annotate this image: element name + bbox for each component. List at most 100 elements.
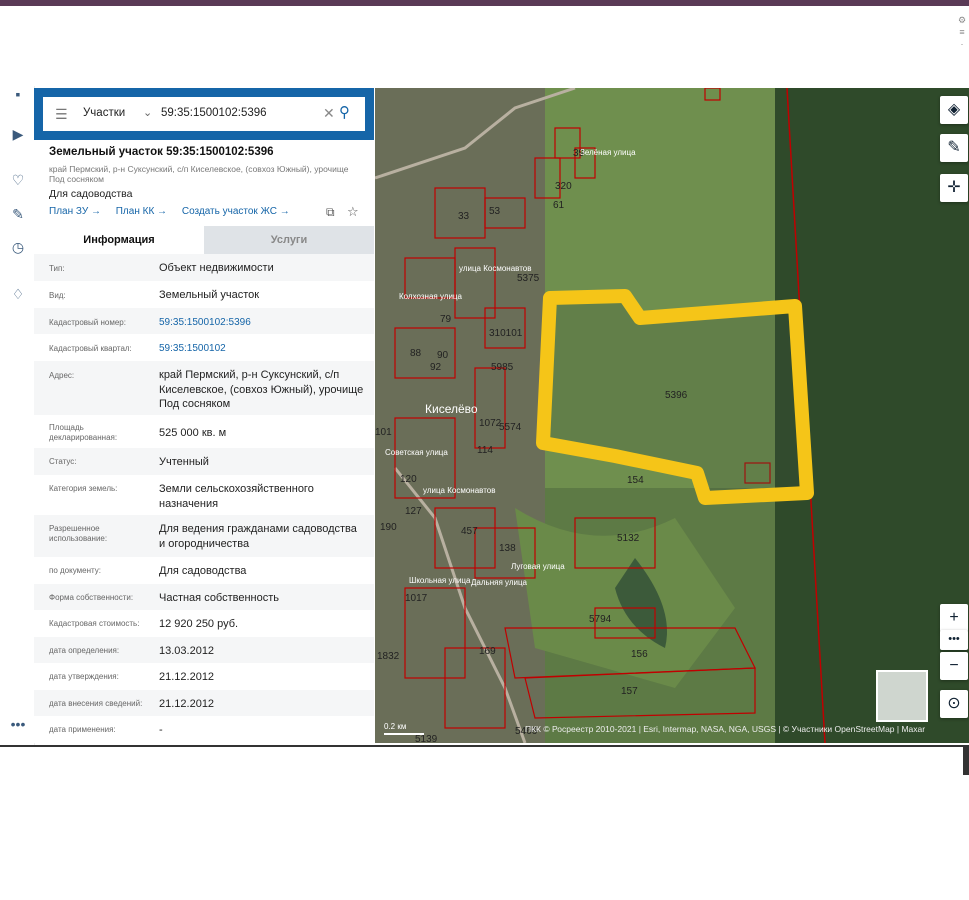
map-label: 154	[627, 475, 644, 486]
table-row: дата определения: 13.03.2012	[34, 637, 374, 663]
zoom-in-button[interactable]: +	[940, 604, 968, 632]
map-label: 310101	[489, 328, 523, 339]
row-value: 525 000 кв. м	[159, 427, 227, 439]
table-row: дата утверждения: 21.12.2012	[34, 663, 374, 690]
street-label: Советская улица	[385, 448, 448, 457]
tab-services[interactable]: Услуги	[204, 226, 374, 254]
table-row: Разрешенное использование: Для ведения г…	[34, 515, 374, 557]
street-label: Колхозная улица	[399, 292, 462, 301]
map-label: 169	[479, 646, 496, 657]
map-label: 156	[631, 649, 648, 660]
map-label: 457	[461, 526, 478, 537]
row-value: 21.12.2012	[159, 698, 215, 710]
logo-icon[interactable]: ▪	[10, 86, 26, 102]
scale-bar	[384, 733, 424, 735]
map-label: 79	[440, 314, 452, 325]
tab-information[interactable]: Информация	[34, 226, 204, 256]
map-label: 120	[400, 474, 417, 485]
row-value: Частная собственность	[159, 592, 280, 604]
history-icon[interactable]: ◷	[10, 239, 26, 255]
settings-icon[interactable]: ⚙	[955, 14, 969, 26]
row-label: Адрес:	[49, 371, 75, 380]
map-label: 53	[489, 206, 501, 217]
parcel-number-label: 5396	[665, 390, 688, 401]
search-box[interactable]: ☰ Участки ⌄ 59:35:1500102:5396 ✕ ⚲	[43, 97, 365, 131]
row-value: Для садоводства	[159, 565, 247, 577]
ruler-icon[interactable]: ✎	[940, 134, 968, 162]
plan-zu-link[interactable]: План ЗУ →	[49, 206, 101, 217]
row-value: 21.12.2012	[159, 671, 215, 683]
search-icon[interactable]: ⚲	[339, 103, 350, 121]
table-row: Тип: Объект недвижимости	[34, 254, 374, 281]
row-label: Тип:	[49, 264, 65, 273]
map-label: 157	[621, 686, 638, 697]
menu-icon[interactable]: ☰	[55, 106, 69, 122]
chevron-down-icon[interactable]: ⌄	[143, 106, 152, 119]
street-label: Луговая улица	[511, 562, 565, 571]
edit-icon[interactable]: ✎	[10, 206, 26, 222]
table-row: Категория земель: Земли сельскохозяйстве…	[34, 475, 374, 515]
map-label: 101	[375, 427, 392, 438]
play-icon[interactable]: ▶	[10, 126, 26, 142]
row-label: Разрешенное использование:	[49, 524, 108, 543]
location-icon[interactable]: ⊙	[940, 690, 968, 718]
map-label: 127	[405, 506, 422, 517]
parcel-links: План ЗУ → План КК → Создать участок ЖС →	[49, 206, 302, 217]
clear-icon[interactable]: ✕	[323, 105, 335, 122]
browser-top-area: ⚙ ≡ ·	[0, 6, 969, 86]
bulb-icon[interactable]: ♢	[10, 286, 26, 302]
parcel-address: край Пермский, р-н Суксунский, с/п Кисел…	[49, 164, 349, 184]
more-options-icon[interactable]: •••	[940, 630, 968, 650]
row-value: Земельный участок	[159, 289, 260, 301]
cadastral-quarter-link[interactable]: 59:35:1500102	[159, 342, 364, 357]
map-label: 5985	[491, 362, 514, 373]
plan-kk-link[interactable]: План КК →	[116, 206, 167, 217]
row-value: -	[159, 724, 163, 736]
map-label: 90	[437, 350, 449, 361]
zoom-out-button[interactable]: −	[940, 652, 968, 680]
minimap[interactable]	[876, 670, 928, 722]
row-label: Форма собственности:	[49, 593, 134, 602]
table-row: дата внесения сведений: 21.12.2012	[34, 690, 374, 716]
table-row: дата применения: -	[34, 716, 374, 743]
search-input[interactable]: 59:35:1500102:5396	[161, 107, 267, 119]
row-value: Учтенный	[159, 456, 209, 468]
map-label: 5574	[499, 422, 522, 433]
row-value: Земли сельскохозяйственного назначения	[159, 483, 314, 510]
star-icon[interactable]: ☆	[347, 204, 359, 220]
map-label: 61	[553, 200, 565, 211]
window-bottom-border	[0, 745, 969, 747]
search-bar: ☰ Участки ⌄ 59:35:1500102:5396 ✕ ⚲	[34, 88, 374, 140]
table-row: Кадастровый квартал: 59:35:1500102	[34, 334, 374, 361]
table-row: Форма собственности: Частная собственнос…	[34, 584, 374, 610]
map-view[interactable]: 5396 Киселёво 39 320 61 33 53 5375 79 31…	[375, 88, 969, 743]
create-parcel-link[interactable]: Создать участок ЖС →	[182, 206, 290, 217]
street-label: Школьная улица	[409, 576, 471, 585]
map-label: 33	[458, 211, 470, 222]
street-label: улица Космонавтов	[423, 486, 496, 495]
row-label: Кадастровый квартал:	[49, 344, 132, 353]
layers-icon[interactable]: ◈	[940, 96, 968, 124]
row-label: Статус:	[49, 457, 77, 466]
row-value: 13.03.2012	[159, 645, 215, 657]
search-map-icon[interactable]: ⧉	[326, 205, 335, 220]
tabs: Информация Услуги	[34, 226, 374, 256]
cadastral-number-link[interactable]: 59:35:1500102:5396	[159, 316, 364, 331]
info-panel: ☰ Участки ⌄ 59:35:1500102:5396 ✕ ⚲ ‹ Зем…	[34, 88, 374, 743]
map-attribution: ПКК © Росреестр 2010-2021 | Esri, Interm…	[525, 724, 926, 734]
row-value: Для ведения гражданами садоводства и ого…	[159, 523, 357, 550]
street-label: улица Космонавтов	[459, 264, 532, 273]
crosshair-icon[interactable]: ✛	[940, 174, 968, 202]
sliders-icon[interactable]: ≡	[955, 26, 969, 38]
search-type-select[interactable]: Участки	[83, 107, 125, 119]
parcel-use: Для садоводства	[49, 188, 133, 200]
more-icon[interactable]: •••	[10, 716, 26, 732]
map-label: 138	[499, 543, 516, 554]
row-label: по документу:	[49, 566, 101, 575]
map-label: 1832	[377, 651, 400, 662]
heart-icon[interactable]: ♡	[10, 172, 26, 188]
street-label: Дальняя улица	[471, 578, 527, 587]
row-label: дата применения:	[49, 725, 116, 734]
row-label: Кадастровый номер:	[49, 318, 126, 327]
row-label: Категория земель:	[49, 484, 118, 493]
